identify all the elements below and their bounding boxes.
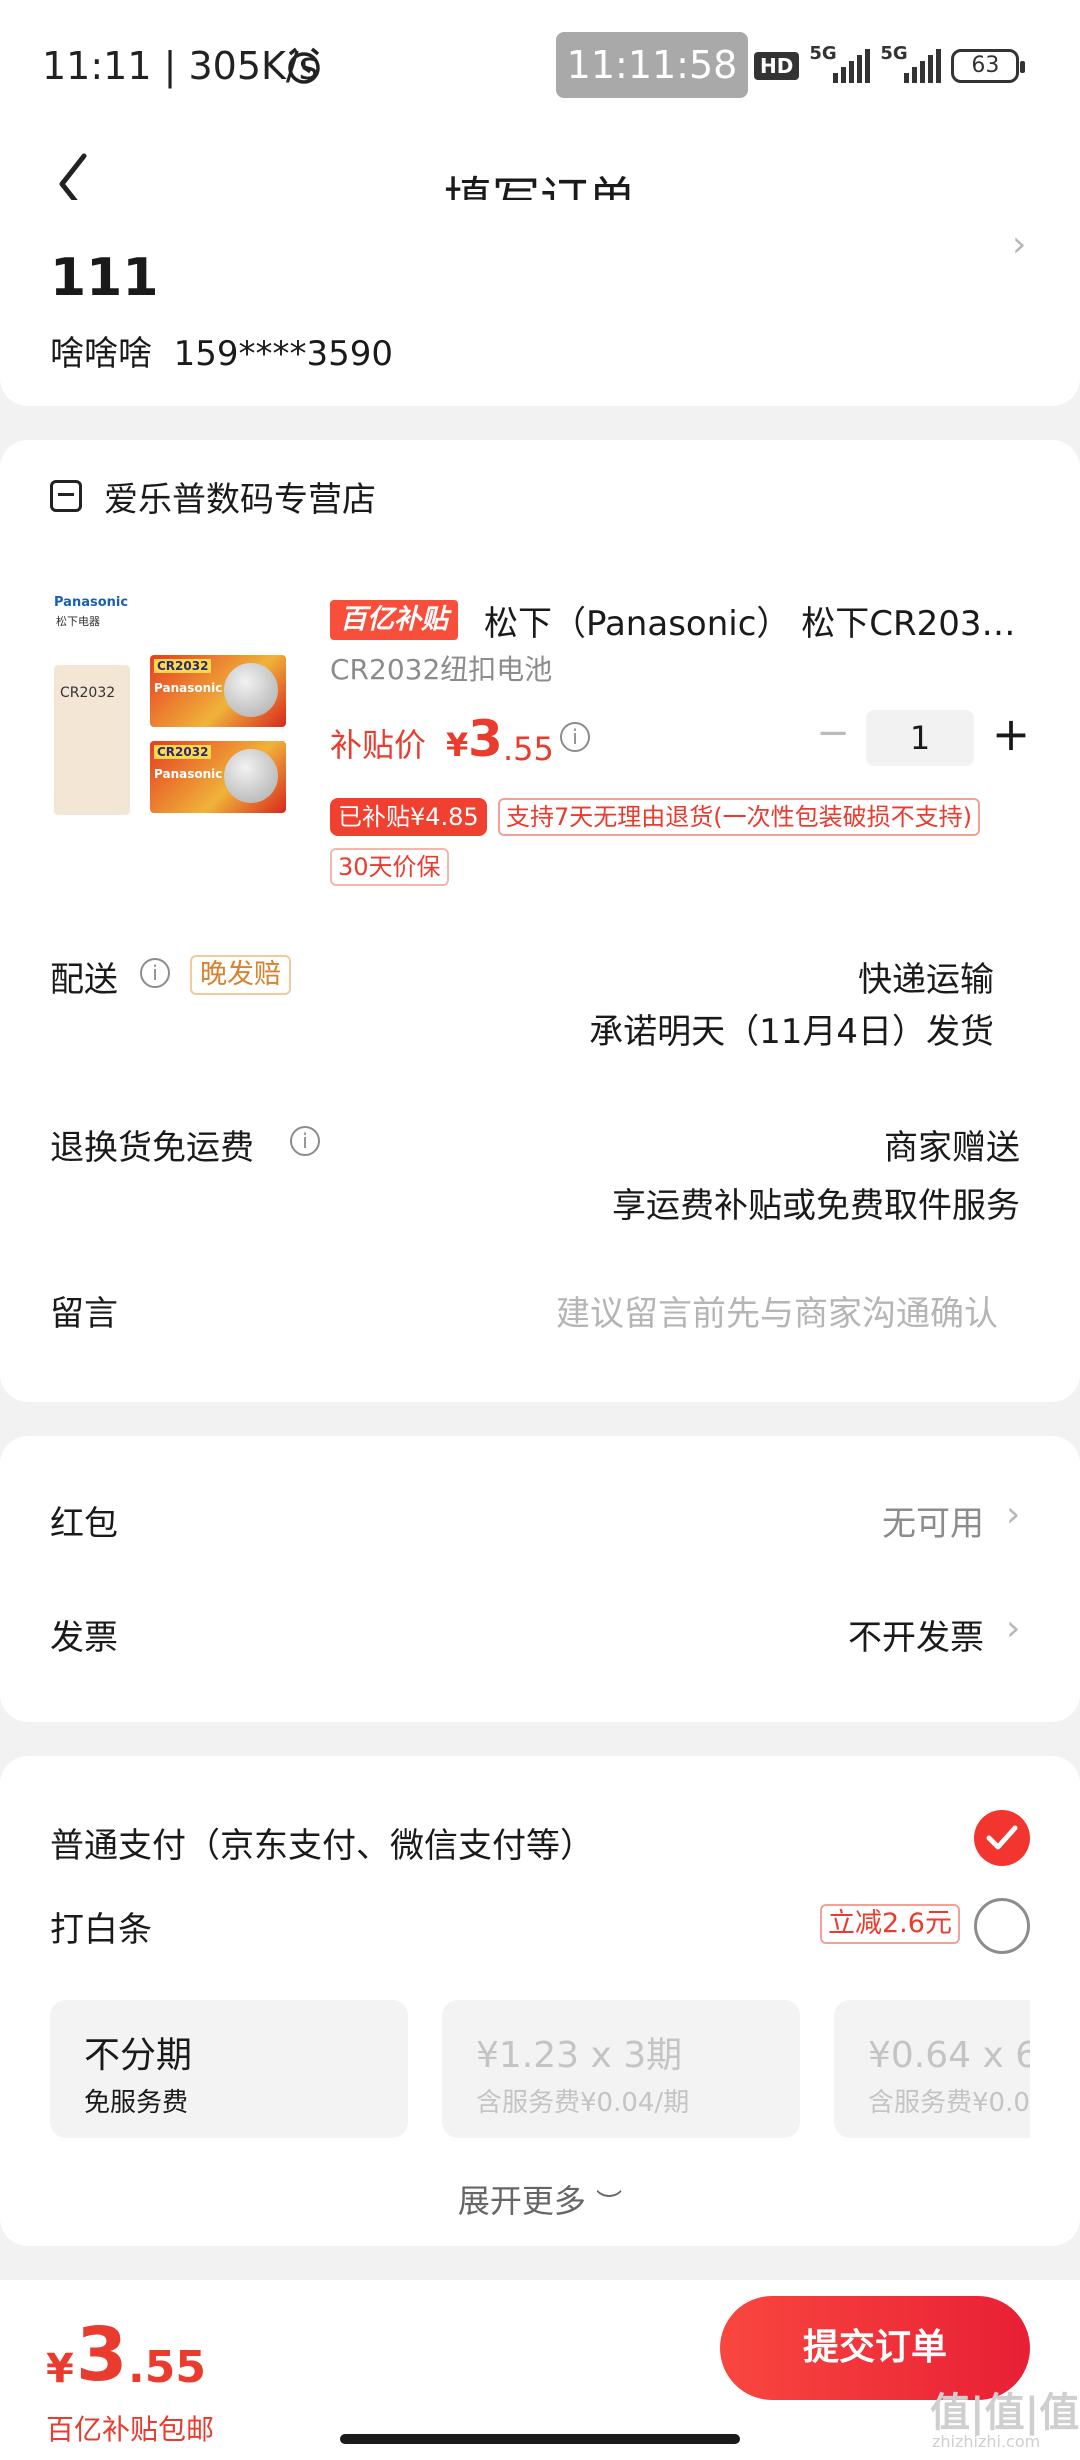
payment-card: 普通支付（京东支付、微信支付等） 打白条 立减2.6元 不分期 免服务费 ¥1.… (0, 1756, 1080, 2246)
shop-name[interactable]: 爱乐普数码专营店 (104, 472, 376, 521)
return-shipping-info-icon[interactable]: i (290, 1126, 320, 1156)
price-integer: 3 (468, 710, 503, 768)
image-brand-cn: 松下电器 (56, 615, 100, 628)
subsidy-amount-tag: 已补贴¥4.85 (330, 798, 487, 836)
total-currency: ¥ (46, 2346, 74, 2392)
installment-option[interactable]: ¥0.64 x 6期 含服务费¥0.0 (834, 2000, 1030, 2138)
invoice-label: 发票 (50, 1618, 118, 1658)
delivery-info-icon[interactable]: i (140, 958, 170, 988)
image-blister-1: CR2032 Panasonic (150, 655, 286, 727)
bottom-bar: ¥ 3 .55 百亿补贴包邮 提交订单 值|值|值 zhizhizhi.com (0, 2280, 1080, 2460)
contact-phone: 159****3590 (173, 334, 394, 374)
return-shipping-detail: 享运费补贴或免费取件服务 (612, 1186, 1020, 1226)
chevron-right-icon: › (1012, 224, 1027, 265)
benefits-card: 红包 无可用 › 发票 不开发票 › (0, 1436, 1080, 1722)
hd-badge: HD (754, 52, 800, 80)
price-currency: ¥ (446, 726, 469, 764)
status-time-speed: 11:11 | 305K/s (42, 44, 319, 88)
home-indicator[interactable] (340, 2434, 740, 2444)
installment-option[interactable]: ¥1.23 x 3期 含服务费¥0.04/期 (442, 2000, 800, 2138)
status-bar: 11:11 | 305K/s 11:11:58 HD 5G 5G 63 (0, 0, 1080, 130)
total-note: 百亿补贴包邮 (46, 2413, 215, 2446)
delivery-label: 配送 (50, 960, 118, 1000)
message-input[interactable]: 建议留言前先与商家沟通确认 (556, 1286, 998, 1335)
order-card: 爱乐普数码专营店 Panasonic 松下电器 CR2032 CR2032 Pa… (0, 440, 1080, 1402)
return-shipping-value: 商家赠送 (884, 1128, 1020, 1168)
product-spec: CR2032纽扣电池 (330, 653, 553, 686)
quantity-minus-button[interactable]: − (808, 710, 858, 760)
status-clock-overlay: 11:11:58 (556, 32, 748, 98)
signal-icon-2: 5G (880, 43, 942, 83)
price-info-icon[interactable]: i (560, 722, 590, 752)
quantity-plus-button[interactable]: + (986, 706, 1036, 762)
address-card[interactable]: 111 啥啥啥 159****3590 › (0, 200, 1080, 406)
installment-options: 不分期 免服务费 ¥1.23 x 3期 含服务费¥0.04/期 ¥0.64 x … (50, 1756, 1030, 2246)
alarm-icon (288, 47, 320, 84)
watermark: 值|值|值 (930, 2390, 1080, 2436)
return-shipping-label: 退换货免运费 (50, 1128, 254, 1168)
chevron-right-icon: › (1006, 1494, 1021, 1535)
image-model: CR2032 (60, 685, 116, 701)
battery-icon: 63 (951, 49, 1026, 83)
chevron-down-icon: ︶ (596, 2189, 623, 2219)
message-label: 留言 (50, 1294, 118, 1334)
red-packet-value[interactable]: 无可用 (882, 1496, 984, 1545)
delivery-promise: 承诺明天（11月4日）发货 (589, 1012, 994, 1052)
watermark-url: zhizhizhi.com (932, 2432, 1041, 2451)
contact-name: 啥啥啥 (50, 334, 152, 374)
signal-icon: 5G (809, 43, 871, 83)
total-decimal: .55 (128, 2342, 206, 2393)
image-blister-2: CR2032 Panasonic (150, 741, 286, 813)
installment-option[interactable]: 不分期 免服务费 (50, 2000, 408, 2138)
return-policy-tag: 支持7天无理由退货(一次性包装破损不支持) (498, 798, 980, 836)
address-name: 111 (50, 248, 159, 308)
price-protect-tag: 30天价保 (330, 848, 449, 886)
image-brand: Panasonic (54, 595, 129, 610)
address-contact: 啥啥啥 159****3590 (50, 326, 393, 375)
subsidy-logo-tag: 百亿补贴 (330, 600, 458, 640)
price-decimal: .55 (503, 730, 554, 768)
late-compensation-tag: 晚发赔 (190, 955, 291, 995)
price-label: 补贴价 (330, 726, 427, 764)
chevron-right-icon: › (1006, 1608, 1021, 1649)
status-indicators: HD 5G 5G 63 (754, 43, 1026, 86)
red-packet-label: 红包 (50, 1504, 118, 1544)
total-integer: 3 (76, 2312, 128, 2398)
delivery-method[interactable]: 快递运输 (858, 952, 994, 1001)
invoice-value[interactable]: 不开发票 (848, 1610, 984, 1659)
product-image[interactable]: Panasonic 松下电器 CR2032 CR2032 Panasonic C… (50, 595, 290, 850)
quantity-input[interactable]: 1 (866, 710, 974, 766)
shop-icon (50, 480, 82, 512)
product-title[interactable]: 松下（Panasonic） 松下CR2032纽扣电池 (484, 596, 1024, 645)
expand-more-button[interactable]: 展开更多 ︶ (0, 2176, 1080, 2222)
